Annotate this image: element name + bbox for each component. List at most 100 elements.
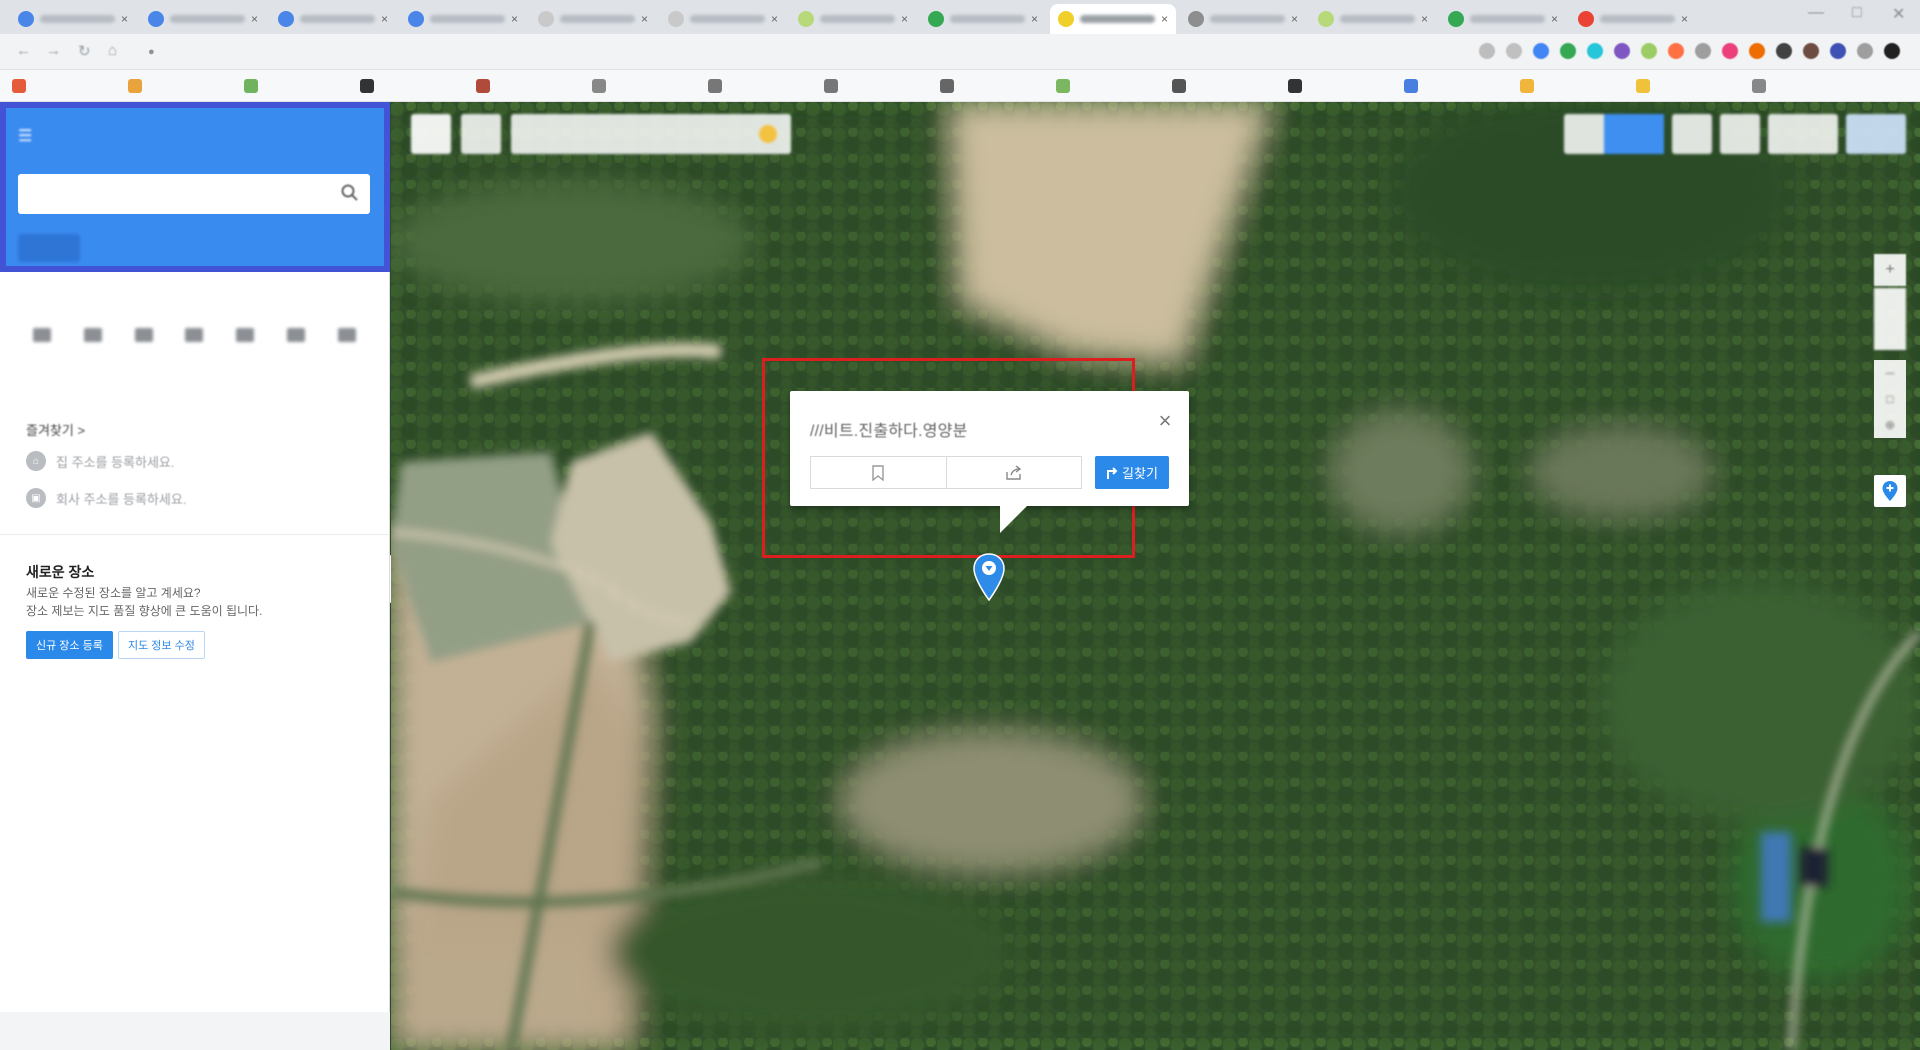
- map-type-normal[interactable]: [1564, 114, 1604, 154]
- search-input[interactable]: [18, 174, 370, 214]
- recent-category-item[interactable]: [174, 328, 214, 350]
- recent-category-item[interactable]: [124, 328, 164, 350]
- tab-close-icon[interactable]: ×: [1551, 12, 1558, 26]
- bookmark-item[interactable]: [12, 79, 31, 93]
- tab-search[interactable]: [18, 234, 80, 262]
- extension-icon[interactable]: [1857, 43, 1873, 59]
- map-canvas[interactable]: + ─ □ ⊕ ///비트.진출하다.영양분 × 길찾기: [391, 102, 1920, 1050]
- extension-icon[interactable]: [1722, 43, 1738, 59]
- tab-close-icon[interactable]: ×: [901, 12, 908, 26]
- browser-tab[interactable]: ×: [920, 4, 1046, 34]
- bookmark-item[interactable]: [244, 79, 263, 93]
- bookmark-item[interactable]: [708, 79, 727, 93]
- bookmark-item[interactable]: [1752, 79, 1771, 93]
- bookmark-item[interactable]: [1404, 79, 1423, 93]
- browser-tab[interactable]: ×: [1310, 4, 1436, 34]
- browser-tab[interactable]: ×: [400, 4, 526, 34]
- map-tool-button[interactable]: [1672, 114, 1712, 154]
- tab-close-icon[interactable]: ×: [121, 12, 128, 26]
- tab-route[interactable]: [80, 234, 153, 262]
- browser-tab[interactable]: ×: [660, 4, 786, 34]
- menu-icon[interactable]: ☰: [18, 126, 32, 146]
- extension-icon[interactable]: [1695, 43, 1711, 59]
- extension-icon[interactable]: [1641, 43, 1657, 59]
- reset-icon[interactable]: ⊕: [1885, 418, 1895, 432]
- bookmark-item[interactable]: [360, 79, 379, 93]
- work-address-row[interactable]: ▣ 회사 주소를 등록하세요.: [26, 488, 186, 508]
- browser-tab[interactable]: ×: [1050, 4, 1176, 34]
- tab-close-icon[interactable]: ×: [511, 12, 518, 26]
- tab-bus[interactable]: [153, 234, 226, 262]
- extension-icon[interactable]: [1668, 43, 1684, 59]
- maximize-icon[interactable]: □: [1852, 4, 1862, 22]
- bookmark-item[interactable]: [824, 79, 843, 93]
- home-icon[interactable]: ⌂: [108, 42, 117, 59]
- bookmark-item[interactable]: [592, 79, 611, 93]
- tab-close-icon[interactable]: ×: [1421, 12, 1428, 26]
- compass-button[interactable]: [411, 114, 451, 154]
- bookmark-item[interactable]: [476, 79, 495, 93]
- recent-category-item[interactable]: [73, 328, 113, 350]
- tab-close-icon[interactable]: ×: [771, 12, 778, 26]
- close-window-icon[interactable]: ✕: [1892, 4, 1905, 24]
- recent-category-item[interactable]: [22, 328, 62, 350]
- bookmark-item[interactable]: [1520, 79, 1539, 93]
- reload-icon[interactable]: ↻: [78, 42, 91, 60]
- bookmark-item[interactable]: [128, 79, 147, 93]
- address-bar[interactable]: ●: [140, 40, 1340, 64]
- weather-widget[interactable]: [511, 114, 791, 154]
- extension-icon[interactable]: [1587, 43, 1603, 59]
- zoom-in-button[interactable]: +: [1874, 254, 1906, 286]
- forward-icon[interactable]: →: [46, 42, 61, 59]
- bookmark-item[interactable]: [1288, 79, 1307, 93]
- favorites-link[interactable]: 즐겨찾기 >: [26, 420, 85, 439]
- bookmark-item[interactable]: [1056, 79, 1075, 93]
- close-icon[interactable]: ×: [1155, 410, 1175, 432]
- tab-close-icon[interactable]: ×: [381, 12, 388, 26]
- bookmark-button[interactable]: [811, 457, 946, 488]
- extension-icon[interactable]: [1830, 43, 1846, 59]
- browser-tab[interactable]: ×: [140, 4, 266, 34]
- back-icon[interactable]: ←: [16, 42, 31, 59]
- minimize-icon[interactable]: —: [1808, 4, 1824, 22]
- site-info-icon[interactable]: ●: [148, 46, 155, 58]
- tab-close-icon[interactable]: ×: [1031, 12, 1038, 26]
- register-place-button[interactable]: 신규 장소 등록: [26, 631, 113, 659]
- extension-icon[interactable]: [1479, 43, 1495, 59]
- recent-category-item[interactable]: [276, 328, 316, 350]
- browser-tab[interactable]: ×: [10, 4, 136, 34]
- tab-close-icon[interactable]: ×: [1161, 12, 1168, 26]
- browser-tab[interactable]: ×: [1440, 4, 1566, 34]
- extension-icon[interactable]: [1749, 43, 1765, 59]
- browser-tab[interactable]: ×: [1180, 4, 1306, 34]
- directions-button[interactable]: 길찾기: [1095, 456, 1169, 489]
- extension-icon[interactable]: [1776, 43, 1792, 59]
- search-icon[interactable]: [340, 183, 360, 203]
- extension-icon[interactable]: [1614, 43, 1630, 59]
- bookmark-item[interactable]: [940, 79, 959, 93]
- recent-category-item[interactable]: [225, 328, 265, 350]
- extension-icon[interactable]: [1506, 43, 1522, 59]
- home-address-row[interactable]: ⌂ 집 주소를 등록하세요.: [26, 451, 174, 471]
- browser-tab[interactable]: ×: [530, 4, 656, 34]
- share-button[interactable]: [945, 457, 1081, 488]
- extension-icon[interactable]: [1560, 43, 1576, 59]
- extension-icon[interactable]: [1533, 43, 1549, 59]
- browser-tab[interactable]: ×: [270, 4, 396, 34]
- tab-close-icon[interactable]: ×: [1681, 12, 1688, 26]
- area-icon[interactable]: □: [1886, 392, 1893, 406]
- map-type-satellite[interactable]: [1604, 114, 1664, 154]
- extension-icon[interactable]: [1884, 43, 1900, 59]
- layer-button[interactable]: [461, 114, 501, 154]
- tab-close-icon[interactable]: ×: [251, 12, 258, 26]
- zoom-slider[interactable]: [1874, 288, 1906, 350]
- location-pin-button[interactable]: [1874, 475, 1906, 507]
- tab-more[interactable]: [298, 234, 371, 262]
- browser-tab[interactable]: ×: [1570, 4, 1696, 34]
- recent-category-item[interactable]: [327, 328, 367, 350]
- edit-map-info-button[interactable]: 지도 정보 수정: [118, 631, 205, 659]
- bookmark-item[interactable]: [1636, 79, 1655, 93]
- map-tool-button[interactable]: [1768, 114, 1838, 154]
- bookmark-item[interactable]: [1172, 79, 1191, 93]
- map-tool-button[interactable]: [1720, 114, 1760, 154]
